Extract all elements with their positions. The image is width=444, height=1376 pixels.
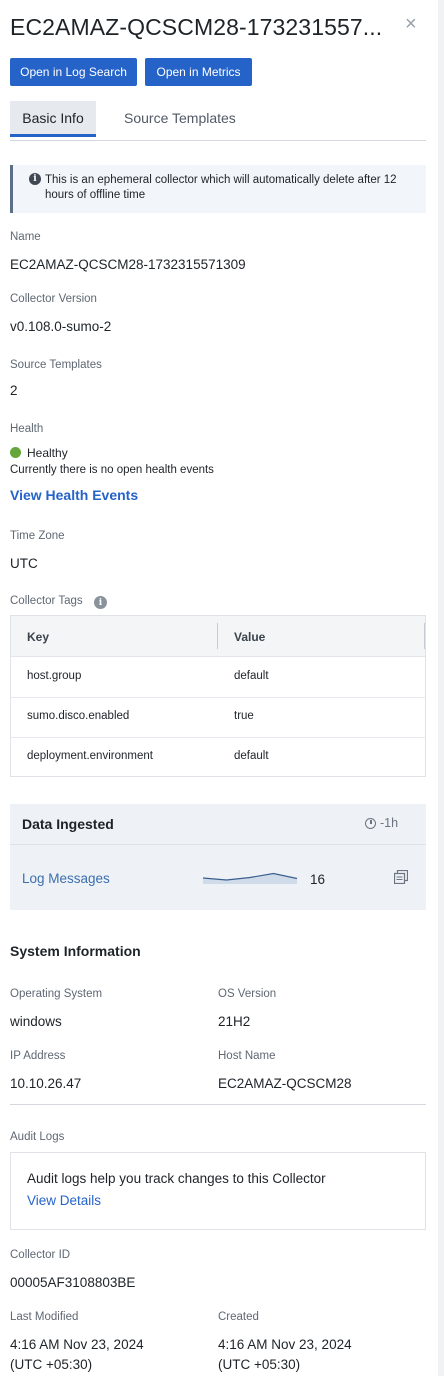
value-column-header[interactable]: Value [234, 630, 265, 644]
health-label: Health [10, 423, 44, 435]
tag-key: deployment.environment [27, 750, 153, 762]
collector-version-value: v0.108.0-sumo-2 [10, 319, 112, 334]
collector-tags-label: Collector Tags [10, 595, 83, 607]
os-version-value: 21H2 [218, 1014, 251, 1029]
data-ingested-title: Data Ingested [22, 816, 114, 832]
collector-id-value: 00005AF3108803BE [10, 1275, 136, 1290]
time-zone-value: UTC [10, 556, 38, 571]
tag-value: default [234, 670, 269, 682]
data-ingested-panel: Data Ingested -1h Log Messages 16 [10, 804, 426, 910]
tab-basic-info[interactable]: Basic Info [10, 101, 96, 137]
os-value: windows [10, 1014, 62, 1029]
collector-version-label: Collector Version [10, 293, 97, 305]
source-templates-value: 2 [10, 383, 18, 398]
health-note: Currently there is no open health events [10, 464, 214, 476]
created-timezone: (UTC +05:30) [218, 1357, 301, 1372]
column-resize-handle[interactable] [424, 623, 425, 649]
collector-title: EC2AMAZ-QCSCM28-173231557... [10, 14, 383, 40]
audit-logs-label: Audit Logs [10, 1131, 65, 1143]
open-log-search-button[interactable]: Open in Log Search [10, 58, 137, 86]
collector-tags-table: Key Value host.group default sumo.disco.… [10, 615, 426, 777]
last-modified-time: 4:16 AM Nov 23, 2024 [10, 1337, 144, 1352]
ephemeral-notice: i This is an ephemeral collector which w… [10, 165, 426, 213]
created-label: Created [218, 1311, 259, 1323]
tags-info-icon[interactable]: i [94, 596, 107, 609]
os-version-label: OS Version [218, 988, 277, 1000]
info-icon: i [29, 173, 41, 185]
column-resize-handle[interactable] [217, 623, 218, 649]
table-row: deployment.environment default [11, 737, 425, 777]
tab-source-templates[interactable]: Source Templates [124, 110, 236, 126]
key-column-header[interactable]: Key [27, 630, 49, 644]
host-name-label: Host Name [218, 1050, 276, 1062]
log-messages-count: 16 [310, 872, 326, 887]
collector-id-label: Collector ID [10, 1249, 71, 1261]
name-value: EC2AMAZ-QCSCM28-1732315571309 [10, 257, 246, 272]
section-divider [10, 1104, 426, 1105]
notice-text: This is an ephemeral collector which wil… [45, 174, 397, 201]
clock-icon [365, 817, 376, 829]
os-label: Operating System [10, 988, 103, 1000]
view-details-link[interactable]: View Details [27, 1193, 101, 1208]
time-range-value: -1h [380, 816, 399, 830]
last-modified-label: Last Modified [10, 1311, 79, 1323]
log-messages-label: Log Messages [22, 871, 110, 886]
audit-logs-text: Audit logs help you track changes to thi… [27, 1171, 326, 1186]
log-messages-sparkline [202, 872, 298, 884]
tag-key: sumo.disco.enabled [27, 710, 130, 722]
ip-address-value: 10.10.26.47 [10, 1076, 82, 1091]
time-range[interactable]: -1h [365, 816, 398, 830]
tab-divider [10, 140, 426, 141]
tag-value: default [234, 750, 269, 762]
source-templates-label: Source Templates [10, 359, 102, 371]
time-zone-label: Time Zone [10, 530, 65, 542]
last-modified-timezone: (UTC +05:30) [10, 1357, 93, 1372]
table-row: host.group default [11, 657, 425, 698]
tag-value: true [234, 710, 254, 722]
created-time: 4:16 AM Nov 23, 2024 [218, 1337, 352, 1352]
audit-logs-box: Audit logs help you track changes to thi… [10, 1152, 426, 1230]
close-icon[interactable]: × [405, 13, 417, 36]
open-metrics-button[interactable]: Open in Metrics [145, 58, 252, 86]
ip-address-label: IP Address [10, 1050, 66, 1062]
copy-icon[interactable] [394, 870, 408, 884]
table-header: Key Value [11, 616, 425, 657]
system-information-title: System Information [10, 943, 141, 959]
tag-key: host.group [27, 670, 82, 682]
name-label: Name [10, 231, 41, 243]
host-name-value: EC2AMAZ-QCSCM28 [218, 1076, 352, 1091]
health-status: Healthy [27, 446, 68, 460]
view-health-events-link[interactable]: View Health Events [10, 487, 138, 503]
table-row: sumo.disco.enabled true [11, 697, 425, 738]
panel-divider [10, 844, 426, 845]
scrollbar[interactable] [438, 0, 444, 1376]
health-status-dot [10, 447, 21, 458]
